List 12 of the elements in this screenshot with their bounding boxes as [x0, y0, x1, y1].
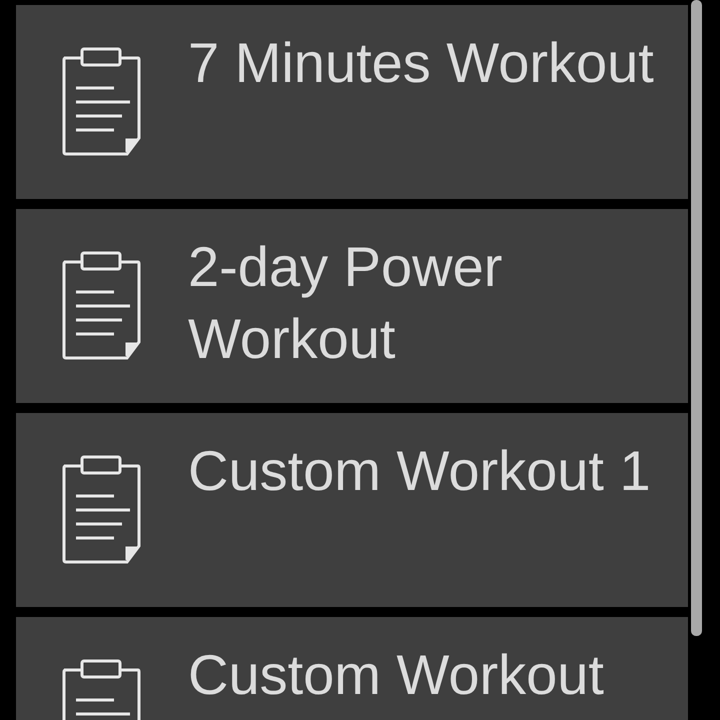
workout-list-item[interactable]: Custom Workout 1 [16, 413, 688, 607]
workout-name: Custom Workout 1 [188, 438, 651, 504]
workout-list-item[interactable]: 7 Minutes Workout [16, 5, 688, 199]
scrollbar-thumb[interactable] [691, 0, 702, 636]
workout-list-item[interactable]: 2-day Power Workout [16, 209, 688, 403]
workout-list-item[interactable]: Custom Workout [16, 617, 688, 720]
clipboard-icon [60, 454, 142, 566]
workout-name: Custom Workout [188, 642, 604, 708]
clipboard-icon [60, 250, 142, 362]
workout-name: 2-day Power Workout [188, 234, 504, 372]
clipboard-icon [60, 46, 142, 158]
workout-name: 7 Minutes Workout [188, 30, 654, 96]
